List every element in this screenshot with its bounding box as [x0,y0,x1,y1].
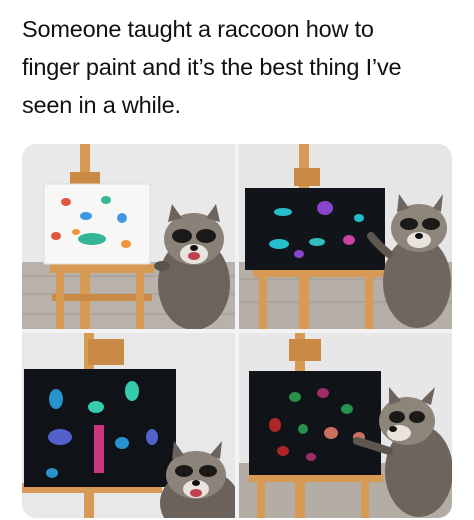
caption-line-2: finger paint and it’s the best thing I’v… [22,54,402,80]
caption-line-3: seen in a while. [22,92,181,118]
photo-raccoon-white-canvas [22,144,235,329]
photo-raccoon-black-canvas-3 [239,333,452,518]
painting-canvas-2 [245,188,385,270]
photo-collage [22,144,452,518]
painting-canvas-1 [43,183,151,265]
photo-4-illustration [239,333,452,518]
photo-raccoon-black-canvas-2 [22,333,235,518]
photo-3-illustration [22,333,235,518]
photo-1-illustration [22,144,235,329]
photo-2-illustration [239,144,452,329]
meme-caption: Someone taught a raccoon how to finger p… [22,10,462,124]
photo-raccoon-black-canvas-1 [239,144,452,329]
caption-line-1: Someone taught a raccoon how to [22,16,374,42]
